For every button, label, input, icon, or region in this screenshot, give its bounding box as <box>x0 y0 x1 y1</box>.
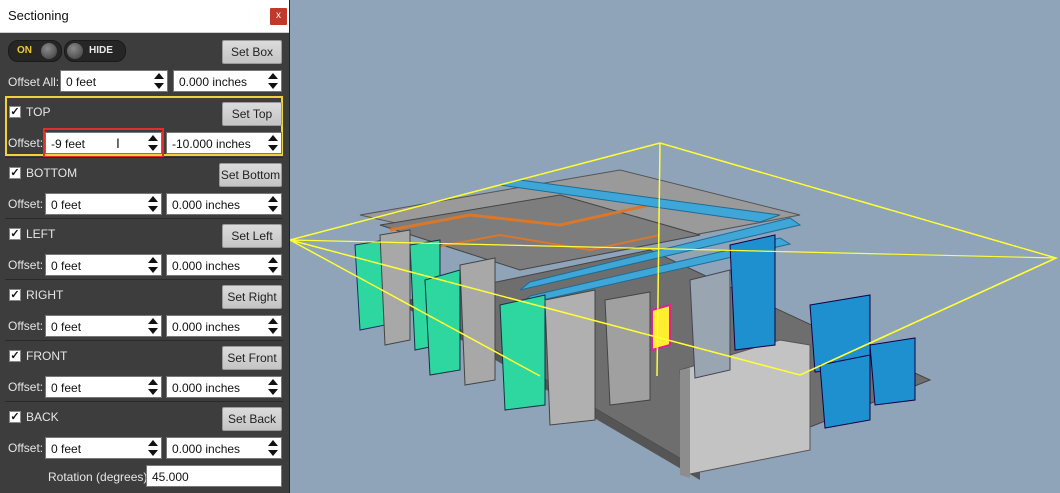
set-right-button[interactable]: Set Right <box>222 285 282 309</box>
bottom-offset-feet-field[interactable]: 0 feet <box>45 193 162 215</box>
rotation-field[interactable]: 45.000 <box>146 465 282 487</box>
spinner-icon[interactable] <box>267 73 279 89</box>
section-divider <box>5 279 283 280</box>
top-offset-label: Offset: <box>8 136 44 150</box>
back-label: BACK <box>26 410 59 424</box>
set-bottom-button[interactable]: Set Bottom <box>219 163 282 187</box>
field-value: 45.000 <box>152 470 189 484</box>
back-checkbox[interactable]: ✓ <box>9 411 21 423</box>
field-value: 0 feet <box>51 442 82 456</box>
spinner-icon[interactable] <box>267 257 279 273</box>
offset-all-label: Offset All: <box>8 75 60 89</box>
back-offset-feet-field[interactable]: 0 feet <box>45 437 162 459</box>
offset-all-inches-field[interactable]: 0.000 inches <box>173 70 282 92</box>
hide-toggle[interactable]: HIDE <box>64 40 126 62</box>
set-back-button[interactable]: Set Back <box>222 407 282 431</box>
hide-label: HIDE <box>89 45 113 56</box>
front-label: FRONT <box>26 349 68 363</box>
section-divider <box>5 218 283 219</box>
left-label: LEFT <box>26 227 56 241</box>
on-toggle[interactable]: ON <box>8 40 62 62</box>
offset-all-feet-field[interactable]: 0 feet <box>60 70 168 92</box>
front-offset-label: Offset: <box>8 380 44 394</box>
bottom-label: BOTTOM <box>26 166 78 180</box>
spinner-icon[interactable] <box>267 135 279 151</box>
spinner-icon[interactable] <box>267 318 279 334</box>
field-value: 0 feet <box>51 259 82 273</box>
toggle-knob <box>67 43 83 59</box>
field-value: 0.000 inches <box>172 442 241 456</box>
front-offset-feet-field[interactable]: 0 feet <box>45 376 162 398</box>
field-value: 0 feet <box>51 320 82 334</box>
spinner-icon[interactable] <box>147 257 159 273</box>
field-value: 0.000 inches <box>172 198 241 212</box>
back-offset-label: Offset: <box>8 441 44 455</box>
section-divider <box>5 340 283 341</box>
text-cursor-icon: I <box>116 135 120 151</box>
spinner-icon[interactable] <box>147 318 159 334</box>
spinner-icon[interactable] <box>267 440 279 456</box>
back-offset-inches-field[interactable]: 0.000 inches <box>166 437 282 459</box>
field-value: 0 feet <box>51 381 82 395</box>
sectioning-panel: Sectioning x ON HIDE Set Box Offset All:… <box>0 0 289 493</box>
field-value: -10.000 inches <box>172 137 251 151</box>
close-button[interactable]: x <box>270 8 287 25</box>
toggle-knob <box>41 43 57 59</box>
right-offset-feet-field[interactable]: 0 feet <box>45 315 162 337</box>
spinner-icon[interactable] <box>147 379 159 395</box>
right-offset-inches-field[interactable]: 0.000 inches <box>166 315 282 337</box>
spinner-icon[interactable] <box>147 440 159 456</box>
field-value: 0 feet <box>51 198 82 212</box>
spinner-icon[interactable] <box>267 196 279 212</box>
focused-field-outline <box>43 128 164 158</box>
set-left-button[interactable]: Set Left <box>222 224 282 248</box>
right-offset-label: Offset: <box>8 319 44 333</box>
section-divider <box>5 401 283 402</box>
left-offset-label: Offset: <box>8 258 44 272</box>
left-offset-feet-field[interactable]: 0 feet <box>45 254 162 276</box>
bottom-offset-inches-field[interactable]: 0.000 inches <box>166 193 282 215</box>
set-front-button[interactable]: Set Front <box>222 346 282 370</box>
field-value: 0 feet <box>66 75 97 89</box>
top-label: TOP <box>26 105 51 119</box>
bottom-checkbox[interactable]: ✓ <box>9 167 21 179</box>
title-bar: Sectioning x <box>0 0 289 33</box>
top-checkbox[interactable]: ✓ <box>9 106 21 118</box>
field-value: 0.000 inches <box>179 75 248 89</box>
field-value: 0.000 inches <box>172 381 241 395</box>
spinner-icon[interactable] <box>267 379 279 395</box>
spinner-icon[interactable] <box>153 73 165 89</box>
section-divider <box>5 157 283 158</box>
window-title: Sectioning <box>8 8 69 23</box>
bottom-offset-label: Offset: <box>8 197 44 211</box>
rotation-label: Rotation (degrees): <box>48 470 151 484</box>
field-value: 0.000 inches <box>172 259 241 273</box>
set-box-button[interactable]: Set Box <box>222 40 282 64</box>
right-checkbox[interactable]: ✓ <box>9 289 21 301</box>
left-checkbox[interactable]: ✓ <box>9 228 21 240</box>
set-top-button[interactable]: Set Top <box>222 102 282 126</box>
selected-panel <box>651 303 671 352</box>
top-offset-inches-field[interactable]: -10.000 inches <box>166 132 282 154</box>
front-offset-inches-field[interactable]: 0.000 inches <box>166 376 282 398</box>
front-checkbox[interactable]: ✓ <box>9 350 21 362</box>
spinner-icon[interactable] <box>147 196 159 212</box>
field-value: 0.000 inches <box>172 320 241 334</box>
right-label: RIGHT <box>26 288 64 302</box>
on-label: ON <box>17 45 32 56</box>
left-offset-inches-field[interactable]: 0.000 inches <box>166 254 282 276</box>
